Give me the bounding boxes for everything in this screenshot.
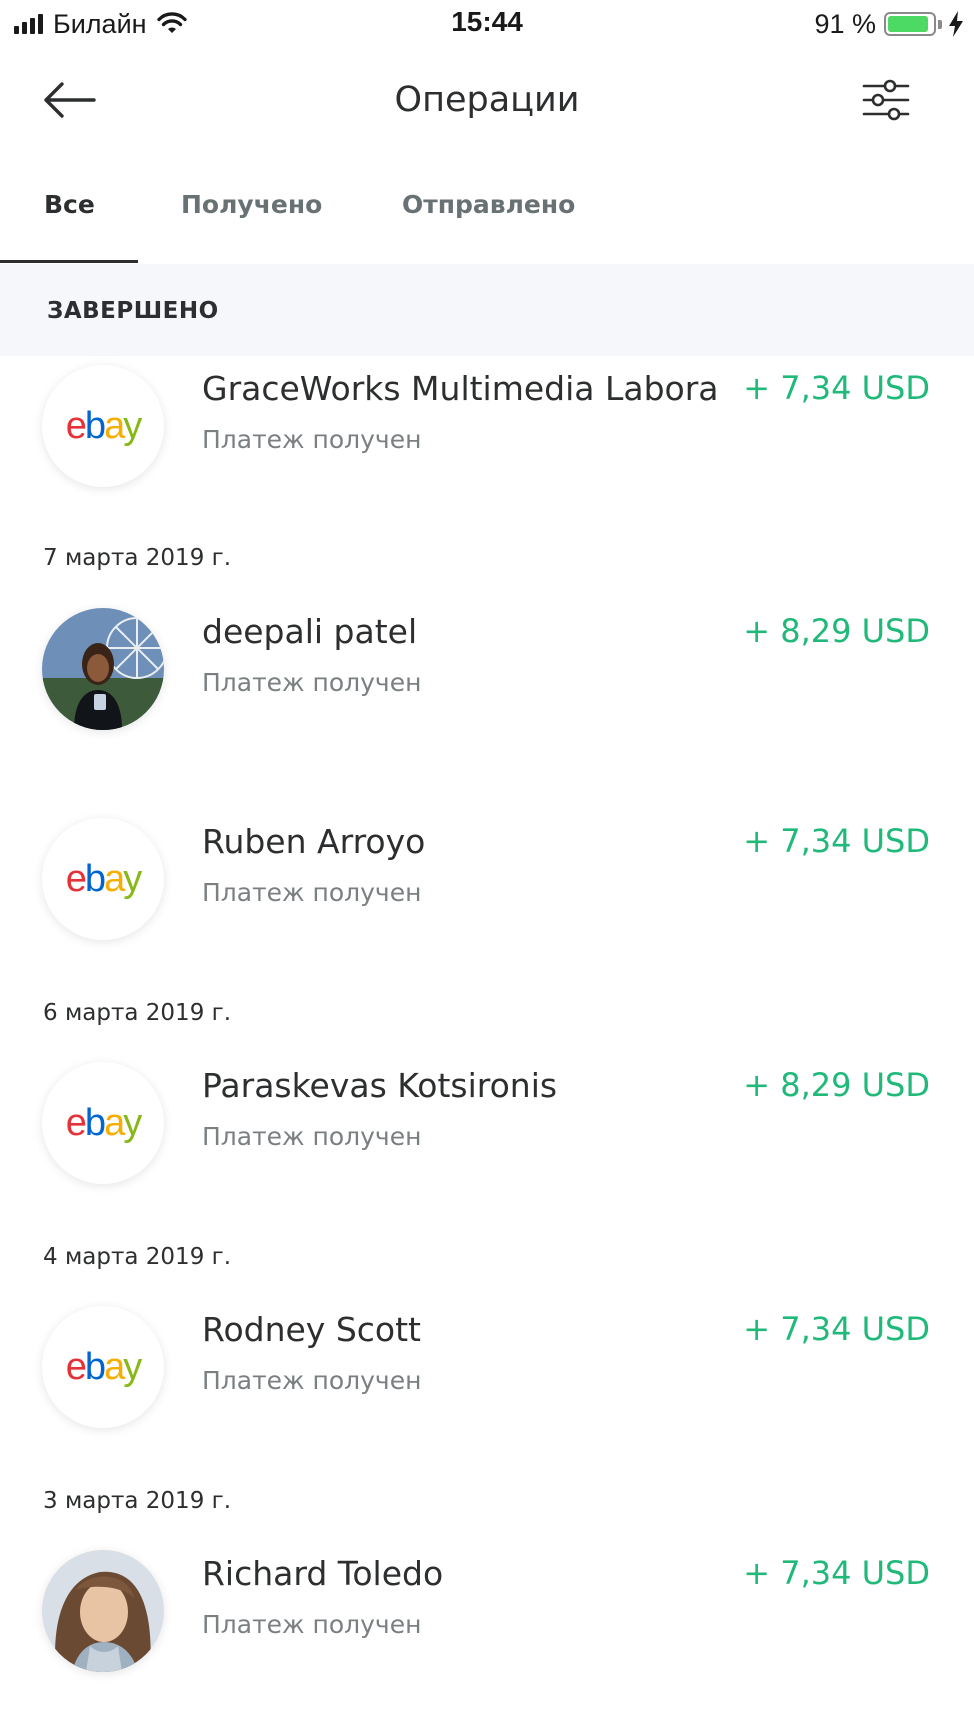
transaction-amount: + 7,34 USD	[743, 822, 930, 860]
status-bar: Билайн 15:44 91 %	[0, 0, 974, 50]
transaction-amount: + 7,34 USD	[743, 1554, 930, 1592]
app-header: Операции	[0, 50, 974, 150]
transaction-row[interactable]: ebay Paraskevas Kotsironis Платеж получе…	[0, 1052, 974, 1202]
section-label: ЗАВЕРШЕНО	[47, 298, 219, 324]
transaction-status: Платеж получен	[202, 425, 422, 454]
transaction-name: Paraskevas Kotsironis	[202, 1066, 558, 1105]
avatar: ebay	[42, 365, 164, 487]
status-bar-right: 91 %	[814, 6, 964, 42]
transaction-status: Платеж получен	[202, 1610, 422, 1639]
transaction-row[interactable]: Richard Toledo Платеж получен + 7,34 USD	[0, 1540, 974, 1690]
transaction-status: Платеж получен	[202, 878, 422, 907]
transaction-row[interactable]: ebay GraceWorks Multimedia Labora… Плате…	[0, 355, 974, 505]
transaction-row[interactable]: deepali patel Платеж получен + 8,29 USD	[0, 598, 974, 748]
transaction-amount: + 7,34 USD	[743, 369, 930, 407]
date-header: 4 марта 2019 г.	[43, 1244, 232, 1270]
section-header: ЗАВЕРШЕНО	[0, 264, 974, 356]
transaction-amount: + 8,29 USD	[743, 1066, 930, 1104]
battery-tip	[938, 19, 942, 29]
avatar: ebay	[42, 1062, 164, 1184]
ebay-logo: ebay	[65, 1102, 142, 1144]
avatar	[42, 608, 164, 730]
battery-level-fill	[888, 16, 929, 32]
ebay-logo: ebay	[65, 405, 142, 447]
transaction-status: Платеж получен	[202, 668, 422, 697]
transaction-amount: + 7,34 USD	[743, 1310, 930, 1348]
transaction-name: Richard Toledo	[202, 1554, 444, 1593]
date-header: 7 марта 2019 г.	[43, 545, 232, 571]
page-title: Операции	[394, 80, 580, 120]
transaction-row[interactable]: ebay Ruben Arroyo Платеж получен + 7,34 …	[0, 808, 974, 958]
battery-icon	[884, 12, 936, 36]
charging-bolt-icon	[949, 11, 963, 37]
avatar: ebay	[42, 1306, 164, 1428]
tab-bar: Все Получено Отправлено	[0, 160, 974, 264]
transaction-status: Платеж получен	[202, 1366, 422, 1395]
avatar: ebay	[42, 818, 164, 940]
transaction-status: Платеж получен	[202, 1122, 422, 1151]
tab-received[interactable]: Получено	[181, 190, 322, 219]
tab-sent[interactable]: Отправлено	[402, 190, 575, 219]
ebay-logo: ebay	[65, 858, 142, 900]
tab-all[interactable]: Все	[44, 190, 95, 219]
date-header: 3 марта 2019 г.	[43, 1488, 232, 1514]
transaction-row[interactable]: ebay Rodney Scott Платеж получен + 7,34 …	[0, 1296, 974, 1446]
sliders-icon	[862, 79, 910, 121]
user-photo	[42, 608, 164, 730]
avatar	[42, 1550, 164, 1672]
transaction-name: Rodney Scott	[202, 1310, 421, 1349]
ebay-logo: ebay	[65, 1346, 142, 1388]
user-photo	[42, 1550, 164, 1672]
transaction-amount: + 8,29 USD	[743, 612, 930, 650]
transaction-name: Ruben Arroyo	[202, 822, 426, 861]
filter-button[interactable]	[858, 72, 914, 128]
transaction-name: GraceWorks Multimedia Labora…	[202, 369, 722, 408]
date-header: 6 марта 2019 г.	[43, 1000, 232, 1026]
battery-percent: 91 %	[814, 8, 876, 39]
transaction-name: deepali patel	[202, 612, 418, 651]
active-tab-indicator	[0, 260, 138, 263]
